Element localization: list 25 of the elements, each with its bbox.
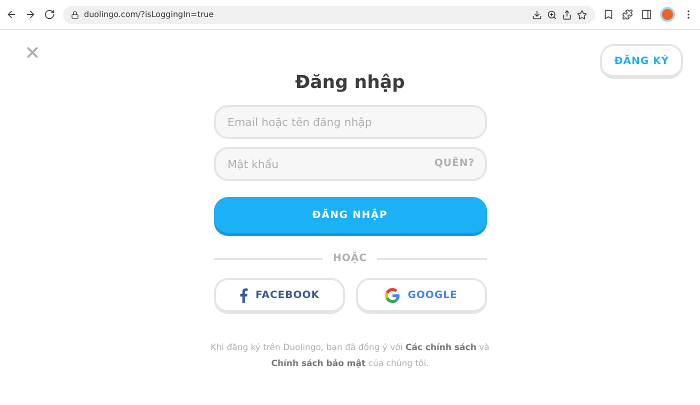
extensions-icon[interactable] [622, 9, 633, 20]
login-button[interactable]: ĐĂNG NHẬP [214, 197, 486, 233]
bookmark-icon[interactable] [603, 9, 614, 20]
forgot-link[interactable]: QUÊN? [434, 158, 474, 169]
back-icon[interactable] [6, 9, 17, 20]
facebook-button[interactable]: FACEBOOK [214, 278, 344, 314]
forward-icon[interactable] [25, 9, 36, 20]
share-icon[interactable] [562, 10, 572, 20]
bookmark-star-icon[interactable] [577, 10, 587, 20]
profile-avatar[interactable] [660, 7, 675, 22]
google-button[interactable]: GOOGLE [356, 278, 486, 314]
divider-label: HOẶC [333, 253, 367, 264]
input-field[interactable]: Email hoặc tên đăng nhập [214, 105, 486, 139]
legal-text: Khi đăng ký trên Duolingo, bạn đã đồng ý với Các chính sách và Chính sách bảo mật của chúng tôi. [210, 342, 490, 371]
page-title: Đăng nhập [295, 72, 405, 93]
side-panel-icon[interactable] [641, 9, 652, 20]
reload-icon[interactable] [44, 9, 55, 20]
lock-icon [71, 10, 79, 18]
zoom-icon[interactable] [547, 10, 557, 20]
google-icon [384, 288, 400, 302]
facebook-icon [238, 288, 248, 302]
signup-button[interactable]: ĐĂNG KÝ [600, 44, 683, 79]
download-icon[interactable] [532, 10, 542, 20]
url-text: duolingo.com/?isLoggingIn=true [84, 10, 214, 19]
address-bar[interactable]: duolingo.com/?isLoggingIn=true [63, 6, 595, 24]
